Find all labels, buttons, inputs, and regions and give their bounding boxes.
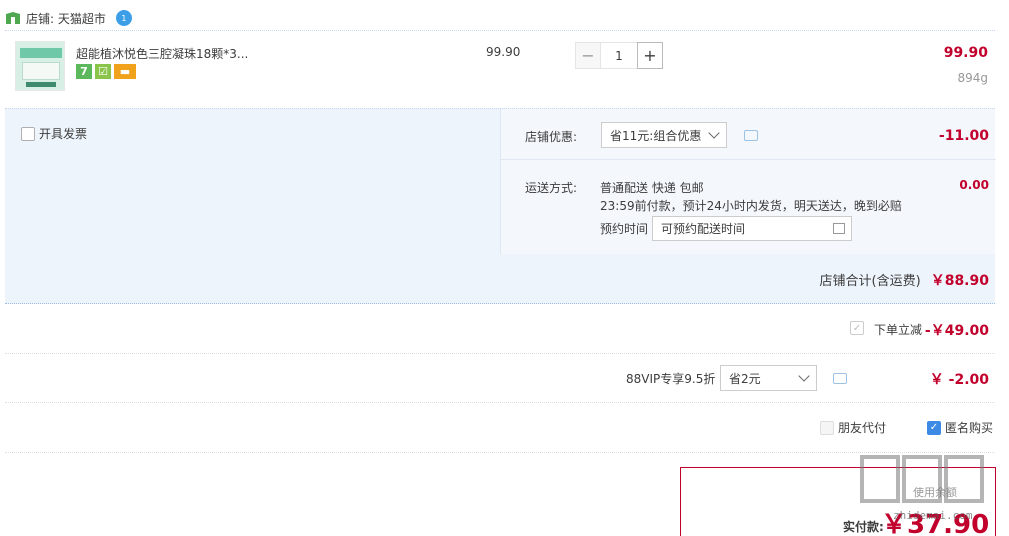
vip-discount-select[interactable]: 省2元 — [720, 365, 817, 391]
shop-icon — [6, 12, 20, 24]
order-discount-checkbox[interactable]: ✓ — [850, 321, 864, 335]
quantity-increase-button[interactable]: + — [637, 42, 663, 69]
reserve-time-input[interactable]: 可预约配送时间 — [652, 216, 852, 241]
quantity-input[interactable]: 1 — [601, 42, 637, 69]
shipping-fee: 0.00 — [959, 178, 989, 192]
product-thumbnail[interactable] — [15, 41, 65, 91]
product-title[interactable]: 超能植沐悦色三腔凝珠18颗*3... — [76, 45, 248, 62]
order-discount-label: 下单立减 — [873, 323, 922, 337]
shop-header: 店铺: 天猫超市 1 — [6, 8, 132, 28]
cart-item-row: 超能植沐悦色三腔凝珠18颗*3... 7 ☑ ▬ 99.90 − 1 + 99.… — [5, 30, 995, 108]
anonymous-buy-checkbox[interactable]: ✓ — [927, 420, 941, 435]
chevron-down-icon — [708, 127, 720, 139]
friend-pay-checkbox[interactable] — [820, 420, 834, 435]
calendar-icon[interactable] — [833, 223, 845, 234]
message-icon[interactable] — [744, 130, 758, 141]
anonymous-buy-option[interactable]: ✓ 匿名购买 — [927, 419, 993, 436]
guarantee-icon[interactable]: ☑ — [95, 64, 111, 79]
vip-discount-label: 88VIP专享9.5折 — [626, 372, 716, 386]
quantity-stepper: − 1 + — [575, 42, 663, 69]
watermark-logo — [860, 455, 1000, 515]
order-discount-row: ✓ 下单立减 -￥49.00 — [5, 305, 995, 354]
vip-discount-value: ￥ -2.00 — [929, 372, 989, 388]
reserve-time-label: 预约时间 — [600, 222, 649, 236]
invoice-option[interactable]: 开具发票 — [21, 125, 87, 142]
shop-discount-select[interactable]: 省11元:组合优惠 — [601, 122, 727, 148]
payment-label: 实付款: — [843, 520, 884, 534]
service-badges: 7 ☑ ▬ — [76, 64, 136, 79]
shipping-label: 运送方式: — [525, 181, 578, 195]
quantity-decrease-button[interactable]: − — [575, 42, 601, 69]
shop-options-panel: 店铺优惠: 省11元:组合优惠 -11.00 运送方式: 普通配送 快递 包邮 … — [500, 109, 996, 255]
shop-name[interactable]: 店铺: 天猫超市 — [26, 10, 106, 27]
line-total: 99.90 — [943, 45, 988, 61]
order-options: 开具发票 店铺优惠: 省11元:组合优惠 -11.00 运送方式: 普通配送 快… — [5, 108, 996, 255]
shop-total-row: 店铺合计(含运费) ￥88.90 — [5, 254, 995, 304]
pay-options-row: 朋友代付 ✓ 匿名购买 — [5, 403, 995, 453]
chevron-down-icon — [798, 370, 810, 382]
item-weight: 894g — [957, 71, 988, 85]
shop-discount-value: -11.00 — [938, 128, 989, 144]
shop-total-value: ￥88.90 — [930, 273, 989, 289]
shop-discount-label: 店铺优惠: — [525, 130, 578, 144]
invoice-checkbox[interactable] — [21, 126, 35, 141]
vip-discount-row: 88VIP专享9.5折 省2元 ￥ -2.00 — [5, 354, 995, 403]
watermark-text: zhidemai.com — [893, 509, 973, 522]
credit-card-icon[interactable]: ▬ — [114, 64, 136, 79]
order-discount-value: -￥49.00 — [924, 323, 989, 339]
friend-pay-option[interactable]: 朋友代付 — [820, 419, 886, 436]
invoice-label: 开具发票 — [39, 127, 88, 141]
message-icon[interactable] — [833, 373, 847, 384]
seven-day-return-icon[interactable]: 7 — [76, 64, 92, 79]
shop-total: 店铺合计(含运费) ￥88.90 — [819, 273, 989, 289]
unit-price: 99.90 — [486, 45, 521, 59]
shipping-method: 普通配送 快递 包邮 — [600, 181, 704, 195]
shipping-note: 23:59前付款，预计24小时内发货，明天送达，晚到必赔 — [600, 199, 902, 213]
divider — [501, 159, 996, 160]
wangwang-chat-icon[interactable]: 1 — [115, 10, 132, 26]
